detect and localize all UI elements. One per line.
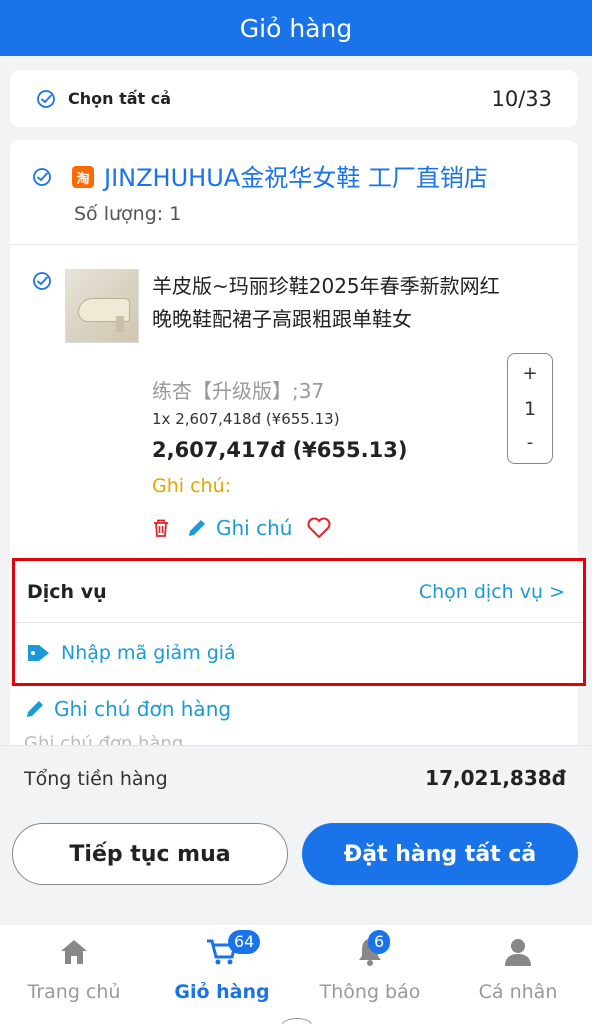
total-value: 17,021,838đ <box>425 766 566 790</box>
pencil-icon <box>27 701 43 717</box>
shop-header: 淘 JINZHUHUA金祝华女鞋 工厂直销店 Số lượng: 1 <box>10 140 578 245</box>
tab-notifications[interactable]: 6 Thông báo <box>296 925 444 1024</box>
shop-check-icon[interactable] <box>32 167 52 187</box>
tab-profile-label: Cá nhân <box>478 981 558 1003</box>
unit-price: 1x 2,607,418đ (¥655.13) <box>152 410 340 428</box>
app-header: Giỏ hàng <box>0 0 592 56</box>
order-note-button[interactable]: Ghi chú đơn hàng <box>24 697 231 721</box>
coupon-label: Nhập mã giảm giá <box>61 642 236 664</box>
taobao-logo-icon: 淘 <box>72 166 94 188</box>
selected-count: 10/33 <box>491 86 552 111</box>
tab-home[interactable]: Trang chủ <box>0 925 148 1024</box>
select-all-bar[interactable]: Chọn tất cả 10/33 <box>10 70 578 127</box>
order-all-button[interactable]: Đặt hàng tất cả <box>302 823 578 885</box>
order-note-label: Ghi chú đơn hàng <box>54 697 232 721</box>
product-thumbnail[interactable] <box>65 269 139 343</box>
pencil-icon <box>189 520 205 536</box>
item-actions: Ghi chú <box>150 516 332 540</box>
coupon-row[interactable]: Nhập mã giảm giá <box>15 623 583 683</box>
increase-button[interactable]: + <box>522 360 537 388</box>
heel-shape <box>116 316 124 332</box>
bottom-tabbar: Trang chủ 64 Giỏ hàng 6 Thông báo Cá nhâ… <box>0 925 592 1024</box>
cart-badge: 64 <box>228 930 261 954</box>
tab-profile[interactable]: Cá nhân <box>444 925 592 1024</box>
checkout-panel: Tổng tiền hàng 17,021,838đ Tiếp tục mua … <box>0 745 592 925</box>
item-note-text: Ghi chú <box>216 516 293 540</box>
quantity-stepper: + 1 - <box>507 353 553 464</box>
item-note-label: Ghi chú: <box>152 475 232 497</box>
product-title[interactable]: 羊皮版~玛丽珍鞋2025年春季新款网红晚晚鞋配裙子高跟粗跟单鞋女 <box>152 270 502 336</box>
shop-name[interactable]: JINZHUHUA金祝华女鞋 工厂直销店 <box>104 158 488 193</box>
tab-cart[interactable]: 64 Giỏ hàng <box>148 925 296 1024</box>
tab-home-label: Trang chủ <box>27 981 121 1003</box>
item-check-icon[interactable] <box>32 271 52 291</box>
item-note-button[interactable]: Ghi chú <box>186 516 292 540</box>
trash-icon[interactable] <box>150 517 172 539</box>
service-section: Dịch vụ Chọn dịch vụ > Nhập mã giảm giá <box>12 558 586 686</box>
tab-cart-label: Giỏ hàng <box>174 981 270 1003</box>
total-label: Tổng tiền hàng <box>24 768 168 790</box>
service-title: Dịch vụ <box>27 580 107 603</box>
total-price: 2,607,417đ (¥655.13) <box>152 438 408 462</box>
notification-badge: 6 <box>368 930 391 954</box>
select-all-label: Chọn tất cả <box>68 89 172 108</box>
service-row[interactable]: Dịch vụ Chọn dịch vụ > <box>15 561 583 623</box>
heart-icon[interactable] <box>306 516 332 540</box>
choose-service-link[interactable]: Chọn dịch vụ > <box>419 581 565 603</box>
quantity-value[interactable]: 1 <box>524 395 536 423</box>
product-variant: 练杏【升级版】;37 <box>152 379 325 403</box>
user-icon <box>505 939 531 966</box>
tag-icon <box>28 645 49 661</box>
shop-quantity: Số lượng: 1 <box>74 203 182 225</box>
check-circle-icon[interactable] <box>36 89 56 109</box>
tab-notifications-label: Thông báo <box>319 981 421 1003</box>
home-icon <box>61 940 87 964</box>
decrease-button[interactable]: - <box>527 429 534 457</box>
order-note-input[interactable]: Ghi chú đơn hàng <box>24 733 183 745</box>
page-title: Giỏ hàng <box>239 13 353 43</box>
continue-shopping-button[interactable]: Tiếp tục mua <box>12 823 288 885</box>
